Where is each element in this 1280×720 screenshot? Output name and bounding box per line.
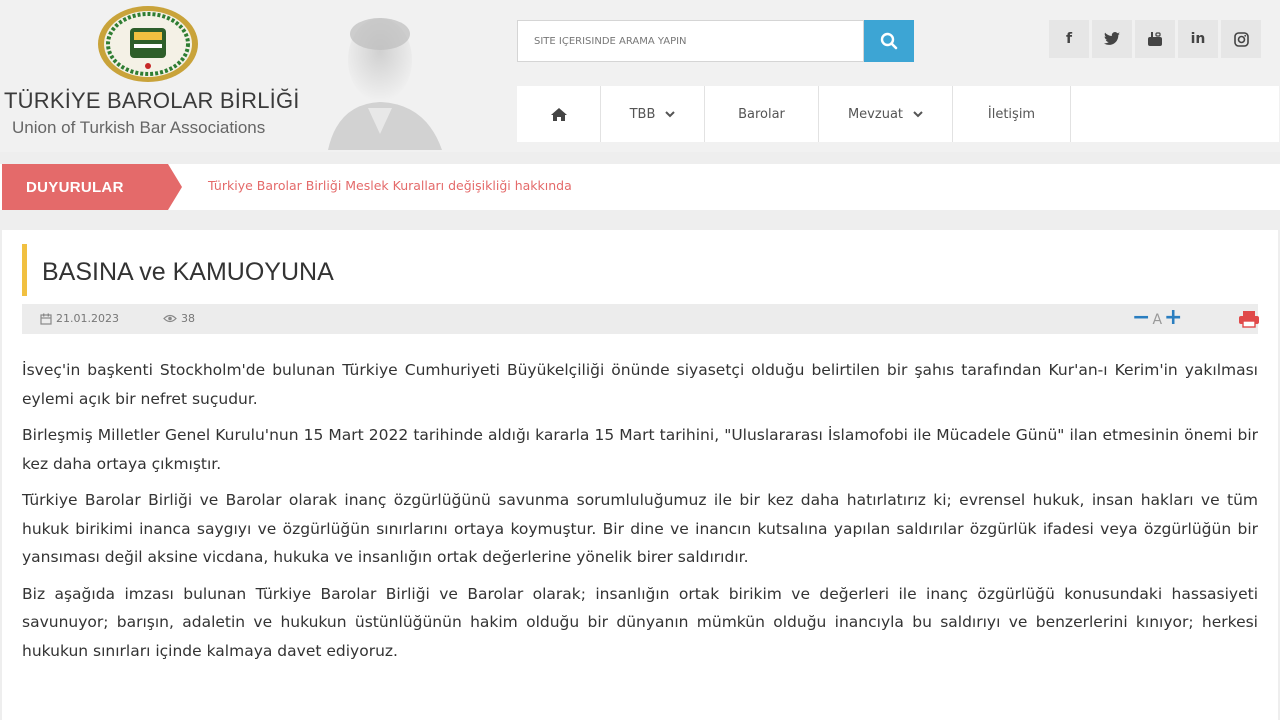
title-accent-bar xyxy=(22,244,27,296)
article-meta-bar: 21.01.2023 38 − A + xyxy=(22,304,1260,334)
search-button[interactable] xyxy=(864,20,914,62)
decrease-font-button[interactable]: − xyxy=(1132,307,1150,329)
logo-title[interactable]: TÜRKİYE BAROLAR BİRLİĞİ xyxy=(4,88,300,114)
increase-font-button[interactable]: + xyxy=(1164,307,1182,329)
linkedin-icon[interactable]: in xyxy=(1178,20,1218,58)
nav-barolar[interactable]: Barolar xyxy=(705,86,819,142)
facebook-icon[interactable]: f xyxy=(1049,20,1089,58)
ataturk-portrait-image xyxy=(328,18,442,150)
announcement-bar: DUYURULAR Türkiye Barolar Birliği Meslek… xyxy=(0,164,1280,210)
logo-subtitle[interactable]: Union of Turkish Bar Associations xyxy=(12,118,265,138)
article-title: BASINA ve KAMUOYUNA xyxy=(42,258,334,286)
nav-iletisim[interactable]: İletişim xyxy=(953,86,1071,142)
font-size-controls: − A + xyxy=(1132,307,1182,329)
nav-tbb[interactable]: TBB xyxy=(601,86,705,142)
nav-spacer xyxy=(1071,86,1279,142)
nav-home[interactable] xyxy=(517,86,601,142)
article-paragraph: Biz aşağıda imzası bulunan Türkiye Barol… xyxy=(22,584,1258,660)
main-nav: TBB Barolar Mevzuat İletişim xyxy=(517,86,1279,142)
home-icon xyxy=(550,107,567,121)
twitter-icon[interactable] xyxy=(1092,20,1132,58)
article-paragraph: Birleşmiş Milletler Genel Kurulu'nun 15 … xyxy=(22,426,1258,473)
print-button[interactable] xyxy=(1238,310,1260,332)
site-header: TÜRKİYE BAROLAR BİRLİĞİ Union of Turkish… xyxy=(0,0,1280,152)
eye-icon xyxy=(163,314,177,323)
article-views-count: 38 xyxy=(181,312,195,325)
article-views: 38 xyxy=(163,312,195,325)
youtube-icon xyxy=(1148,32,1162,46)
nav-mevzuat-label: Mevzuat xyxy=(847,106,904,122)
print-icon xyxy=(1239,311,1259,328)
chevron-down-icon xyxy=(913,110,923,117)
announcements-arrow xyxy=(168,164,182,210)
nav-iletisim-label: İletişim xyxy=(987,106,1036,122)
search-box xyxy=(517,20,914,62)
bar-association-emblem-icon[interactable] xyxy=(96,4,200,84)
calendar-icon xyxy=(40,313,52,325)
article-container: BASINA ve KAMUOYUNA 21.01.2023 38 − A + … xyxy=(2,230,1278,720)
social-links: f in xyxy=(1049,20,1261,58)
nav-barolar-label: Barolar xyxy=(738,106,785,122)
announcement-link[interactable]: Türkiye Barolar Birliği Meslek Kuralları… xyxy=(208,178,572,193)
announcements-label[interactable]: DUYURULAR xyxy=(2,164,168,210)
instagram-icon[interactable] xyxy=(1221,20,1261,58)
font-size-label: A xyxy=(1152,312,1163,328)
search-icon xyxy=(880,32,898,50)
twitter-icon xyxy=(1104,32,1120,45)
nav-mevzuat[interactable]: Mevzuat xyxy=(819,86,953,142)
nav-tbb-label: TBB xyxy=(629,106,656,122)
instagram-icon xyxy=(1233,31,1249,47)
chevron-down-icon xyxy=(665,110,676,117)
article-paragraph: Türkiye Barolar Birliği ve Barolar olara… xyxy=(22,491,1258,566)
search-input[interactable] xyxy=(517,20,864,62)
article-date: 21.01.2023 xyxy=(40,312,119,325)
youtube-icon[interactable] xyxy=(1135,20,1175,58)
article-body: İsveç'in başkenti Stockholm'de bulunan T… xyxy=(22,356,1258,673)
article-paragraph: İsveç'in başkenti Stockholm'de bulunan T… xyxy=(22,361,1258,408)
article-date-text: 21.01.2023 xyxy=(56,312,119,325)
